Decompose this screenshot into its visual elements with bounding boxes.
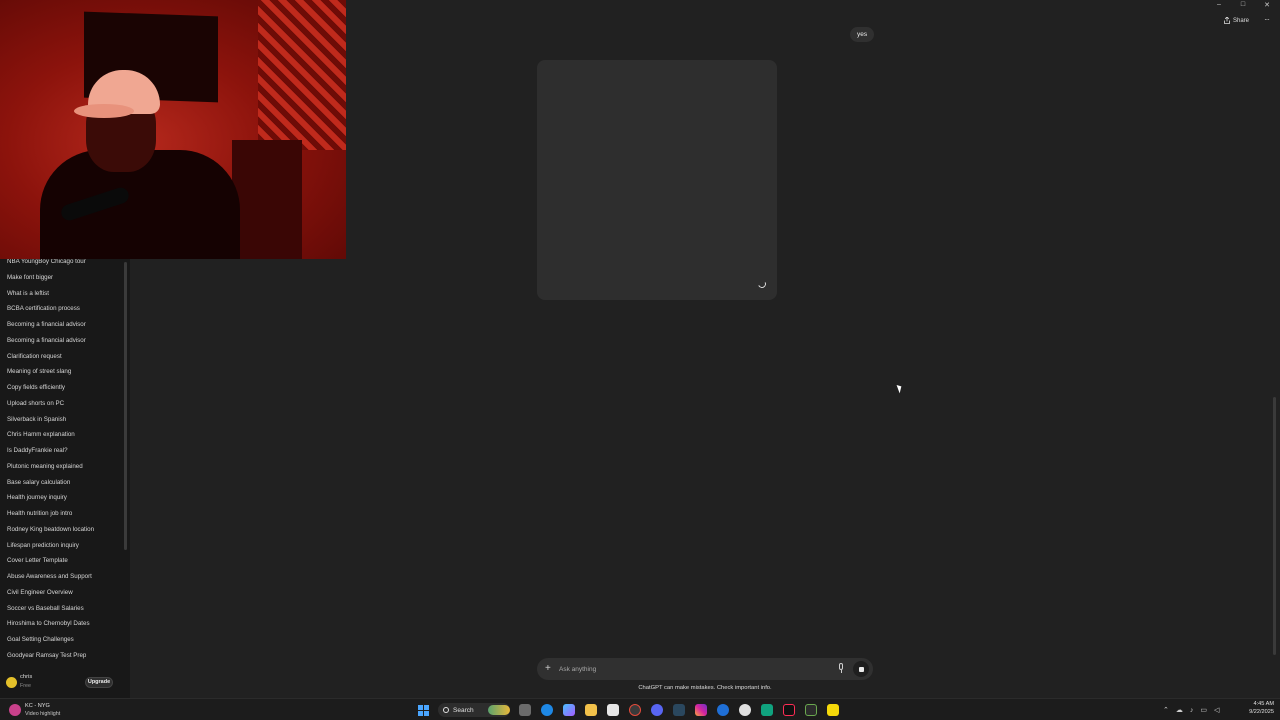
sidebar-scrollbar[interactable] xyxy=(124,262,127,550)
chat-history-item[interactable]: Meaning of street slang xyxy=(0,364,124,380)
widget-subtitle: Video highlight xyxy=(25,711,61,717)
chat-history-item[interactable]: Base salary calculation xyxy=(0,475,124,491)
upgrade-button[interactable]: Upgrade xyxy=(85,677,113,688)
minimize-button[interactable]: – xyxy=(1214,1,1224,11)
chat-history-item[interactable]: Civil Engineer Overview xyxy=(0,585,124,601)
webcam-cap-bill xyxy=(74,104,134,118)
file-explorer-icon[interactable] xyxy=(585,704,597,716)
stop-generating-button[interactable] xyxy=(853,661,869,677)
app-icon[interactable] xyxy=(761,704,773,716)
chat-history-item[interactable]: BCBA certification process xyxy=(0,301,124,317)
search-label: Search xyxy=(453,706,474,714)
battle-net-icon[interactable] xyxy=(717,704,729,716)
chat-history-item[interactable]: Health journey inquiry xyxy=(0,490,124,506)
user-name: chris xyxy=(20,674,33,680)
windows-taskbar: KC - NYG Video highlight Search ⌃ ☁ ♪ ▭ … xyxy=(0,698,1280,720)
task-view-icon[interactable] xyxy=(519,704,531,716)
clock-date: 9/22/2025 xyxy=(1249,709,1274,715)
widget-title: KC - NYG xyxy=(25,703,50,709)
taskbar-clock[interactable]: 4:45 AM 9/22/2025 xyxy=(1236,701,1274,715)
search-highlight-icon xyxy=(488,705,510,715)
avatar xyxy=(6,677,17,688)
chatgpt-icon[interactable] xyxy=(739,704,751,716)
webcam-dresser xyxy=(232,140,302,259)
chat-history-item[interactable]: Copy fields efficiently xyxy=(0,380,124,396)
image-generation-placeholder xyxy=(537,60,777,300)
disclaimer-text: ChatGPT can make mistakes. Check importa… xyxy=(638,685,772,691)
instagram-icon[interactable] xyxy=(695,704,707,716)
user-message: yes xyxy=(850,27,875,42)
sports-icon xyxy=(9,704,21,716)
start-menu-icon[interactable] xyxy=(418,704,429,716)
composer: + xyxy=(537,658,873,680)
add-attachment-button[interactable]: + xyxy=(545,661,551,677)
loading-spinner-icon xyxy=(756,278,768,290)
chat-history-list: NBA YoungBoy Chicago tour Make font bigg… xyxy=(0,254,124,664)
webcam-overlay xyxy=(0,0,346,259)
xbox-icon[interactable] xyxy=(805,704,817,716)
webcam-wall-poster xyxy=(258,0,346,150)
chat-history-item[interactable]: Becoming a financial advisor xyxy=(0,317,124,333)
more-options-icon[interactable]: ··· xyxy=(1264,15,1270,24)
taskbar-search[interactable]: Search xyxy=(438,703,510,717)
user-plan: Free xyxy=(20,683,31,689)
tiktok-icon[interactable] xyxy=(783,704,795,716)
chat-history-item[interactable]: Rodney King beatdown location xyxy=(0,522,124,538)
user-menu[interactable]: chris Free Upgrade xyxy=(0,672,130,694)
copilot-icon[interactable] xyxy=(563,704,575,716)
chat-history-item[interactable]: Is DaddyFrankie real? xyxy=(0,443,124,459)
search-icon xyxy=(443,707,449,713)
mouse-cursor-icon xyxy=(896,383,904,394)
chatgpt-app: NBA YoungBoy Chicago tour Make font bigg… xyxy=(0,0,1280,698)
chat-history-item[interactable]: Goodyear Ramsay Test Prep xyxy=(0,648,124,664)
volume-icon[interactable]: ◁ xyxy=(1214,706,1219,714)
chat-history-item[interactable]: Health nutrition job intro xyxy=(0,506,124,522)
share-button[interactable]: Share xyxy=(1224,17,1249,24)
sticky-notes-icon[interactable] xyxy=(827,704,839,716)
chat-history-item[interactable]: Make font bigger xyxy=(0,270,124,286)
chat-history-item[interactable]: Goal Setting Challenges xyxy=(0,632,124,648)
news-widget[interactable]: KC - NYG Video highlight xyxy=(9,702,99,718)
chat-history-item[interactable]: Becoming a financial advisor xyxy=(0,333,124,349)
chat-history-item[interactable]: Soccer vs Baseball Salaries xyxy=(0,601,124,617)
mic-stand xyxy=(840,670,842,673)
system-tray: ⌃ ☁ ♪ ▭ ◁ xyxy=(1163,703,1219,717)
close-button[interactable]: ✕ xyxy=(1262,1,1272,11)
chat-history-item[interactable]: Lifespan prediction inquiry xyxy=(0,538,124,554)
mic-tray-icon[interactable]: ♪ xyxy=(1190,707,1194,714)
maximize-button[interactable]: □ xyxy=(1238,1,1248,11)
chat-history-item[interactable]: Hiroshima to Chernobyl Dates xyxy=(0,616,124,632)
steam-icon[interactable] xyxy=(673,704,685,716)
chat-history-item[interactable]: Clarification request xyxy=(0,349,124,365)
prompt-input[interactable] xyxy=(559,662,829,676)
chat-history-item[interactable]: Abuse Awareness and Support xyxy=(0,569,124,585)
chat-history-item[interactable]: Chris Hamm explanation xyxy=(0,427,124,443)
chat-history-item[interactable]: Plutonic meaning explained xyxy=(0,459,124,475)
microsoft-store-icon[interactable] xyxy=(607,704,619,716)
mic-capsule xyxy=(839,663,843,670)
stop-icon xyxy=(858,666,864,672)
chevron-up-icon[interactable]: ⌃ xyxy=(1163,706,1169,714)
chrome-icon[interactable] xyxy=(629,704,641,716)
chat-history-item[interactable]: Upload shorts on PC xyxy=(0,396,124,412)
microphone-icon[interactable] xyxy=(837,663,845,675)
share-icon xyxy=(1224,17,1230,24)
clock-time: 4:45 AM xyxy=(1253,701,1274,707)
taskbar-apps: Search xyxy=(413,702,844,718)
display-icon[interactable]: ▭ xyxy=(1200,706,1207,714)
network-icon[interactable]: ☁ xyxy=(1176,706,1183,714)
discord-icon[interactable] xyxy=(651,704,663,716)
window-controls: – □ ✕ xyxy=(1214,1,1272,11)
main-scrollbar[interactable] xyxy=(1273,397,1276,655)
chat-history-item[interactable]: What is a leftist xyxy=(0,286,124,302)
chat-history-item[interactable]: Cover Letter Template xyxy=(0,553,124,569)
chat-history-item[interactable]: Silverback in Spanish xyxy=(0,412,124,428)
edge-browser-icon[interactable] xyxy=(541,704,553,716)
share-label: Share xyxy=(1233,17,1250,24)
